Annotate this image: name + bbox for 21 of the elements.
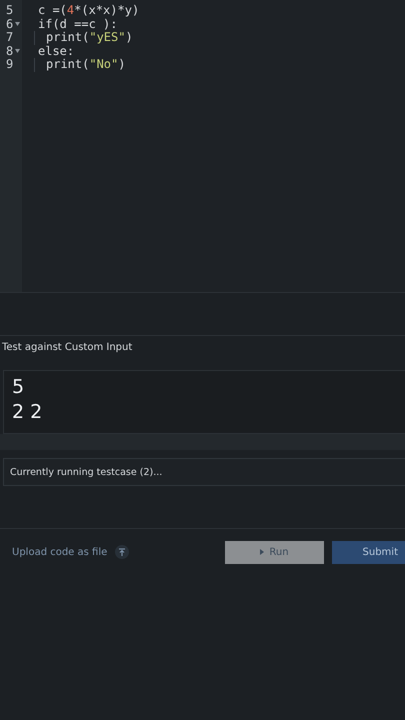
code-line: print("No") [46, 58, 126, 72]
submit-button[interactable]: Submit [332, 540, 405, 564]
upload-icon[interactable] [115, 545, 130, 559]
code-line: print("yES") [46, 31, 133, 44]
fold-icon[interactable] [15, 22, 20, 26]
code-line: c =(4*(x*x)*y) [38, 4, 140, 18]
line-number: 8 [6, 44, 14, 58]
custom-input-label: Test against Custom Input [1, 341, 134, 355]
upload-code-link[interactable]: Upload code as file [12, 546, 108, 558]
custom-input-field[interactable]: 5 2 2 [3, 370, 405, 434]
line-number: 7 [6, 31, 14, 44]
code-line: else: [38, 44, 74, 58]
status-message: Currently running testcase (2)... [3, 458, 405, 486]
line-number: 6 [6, 18, 14, 31]
code-editor[interactable]: 5 6 7 8 9 c =(4*(x*x)*y) if(d ==c ): print("yES") else: print("No") [0, 0, 405, 293]
code-line: if(d ==c ): [38, 18, 118, 31]
line-number: 9 [6, 58, 14, 72]
line-number: 5 [6, 4, 14, 18]
run-button[interactable]: Run [225, 540, 324, 564]
fold-icon[interactable] [15, 49, 20, 54]
play-icon [260, 549, 264, 555]
